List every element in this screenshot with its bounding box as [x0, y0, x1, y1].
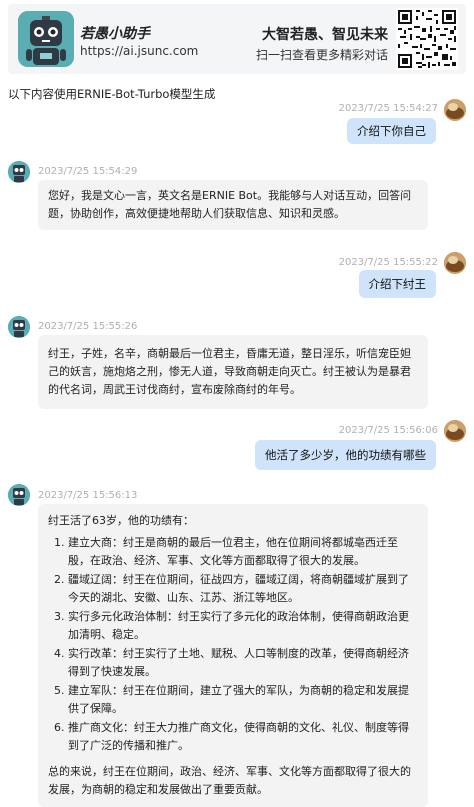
brand-url[interactable]: https://ai.jsunc.com — [80, 44, 198, 58]
bot-message-intro: 纣王活了63岁，他的功绩有： — [48, 514, 194, 527]
message-timestamp: 2023/7/25 15:56:06 — [338, 425, 438, 436]
user-avatar — [444, 99, 466, 121]
message-timestamp: 2023/7/25 15:55:22 — [338, 257, 438, 268]
list-item: 疆域辽阔：纣王在位期间，征战四方，疆域辽阔，将商朝疆域扩展到了今天的湖北、安徽、… — [68, 571, 418, 607]
list-item: 推广商文化：纣王大力推广商文化，使得商朝的文化、礼仪、制度等得到了广泛的传播和推… — [68, 719, 418, 755]
achievement-list: 建立大商：纣王是商朝的最后一位君主，他在位期间将都城亳西迁至殷，在政治、经济、军… — [48, 534, 418, 755]
user-avatar — [444, 420, 466, 442]
bot-message-text: 纣王，子姓，名辛，商朝最后一位君主，昏庸无道，整日淫乐，听信宠臣妲己的妖言，施炮… — [48, 347, 411, 396]
list-item: 建立军队：纣王在位期间，建立了强大的军队，为商朝的稳定和发展提供了保障。 — [68, 682, 418, 718]
message-timestamp: 2023/7/25 15:56:13 — [38, 490, 138, 501]
brand-name: 若愚小助手 — [80, 26, 150, 42]
user-message: 他活了多少岁，他的功绩有哪些 — [255, 440, 436, 470]
message-timestamp: 2023/7/25 15:54:29 — [38, 166, 138, 177]
bot-message: 纣王活了63岁，他的功绩有： 建立大商：纣王是商朝的最后一位君主，他在位期间将都… — [38, 504, 428, 807]
message-timestamp: 2023/7/25 15:55:26 — [38, 321, 138, 332]
bot-message: 纣王，子姓，名辛，商朝最后一位君主，昏庸无道，整日淫乐，听信宠臣妲己的妖言，施炮… — [38, 335, 428, 409]
bot-message-summary: 总的来说，纣王在位期间，政治、经济、军事、文化等方面都取得了很大的发展，为商朝的… — [48, 765, 411, 796]
robot-logo-icon — [18, 11, 74, 67]
model-note: 以下内容使用ERNIE-Bot-Turbo模型生成 — [8, 87, 216, 101]
bot-avatar — [8, 484, 30, 506]
bot-message-text: 您好，我是文心一言，英文名是ERNIE Bot。我能够与人对话互动，回答问题，协… — [48, 189, 412, 220]
message-timestamp: 2023/7/25 15:54:27 — [338, 103, 438, 114]
slogan-subtitle: 扫一扫查看更多精彩对话 — [255, 48, 388, 62]
user-message: 介绍下你自己 — [347, 118, 436, 144]
bot-avatar — [8, 316, 30, 338]
list-item: 实行多元化政治体制：纣王实行了多元化的政治体制，使得商朝政治更加清明、稳定。 — [68, 608, 418, 644]
user-message: 介绍下纣王 — [358, 270, 436, 298]
bot-message: 您好，我是文心一言，英文名是ERNIE Bot。我能够与人对话互动，回答问题，协… — [38, 180, 428, 230]
slogan: 大智若愚、智见未来 — [262, 27, 388, 43]
header-banner: 若愚小助手 https://ai.jsunc.com 大智若愚、智见未来 扫一扫… — [8, 4, 466, 74]
list-item: 建立大商：纣王是商朝的最后一位君主，他在位期间将都城亳西迁至殷，在政治、经济、军… — [68, 534, 418, 570]
bot-avatar — [8, 161, 30, 183]
list-item: 实行改革：纣王实行了土地、赋税、人口等制度的改革，使得商朝经济得到了快速发展。 — [68, 645, 418, 681]
user-avatar — [444, 252, 466, 274]
qr-code-icon[interactable] — [396, 8, 458, 70]
